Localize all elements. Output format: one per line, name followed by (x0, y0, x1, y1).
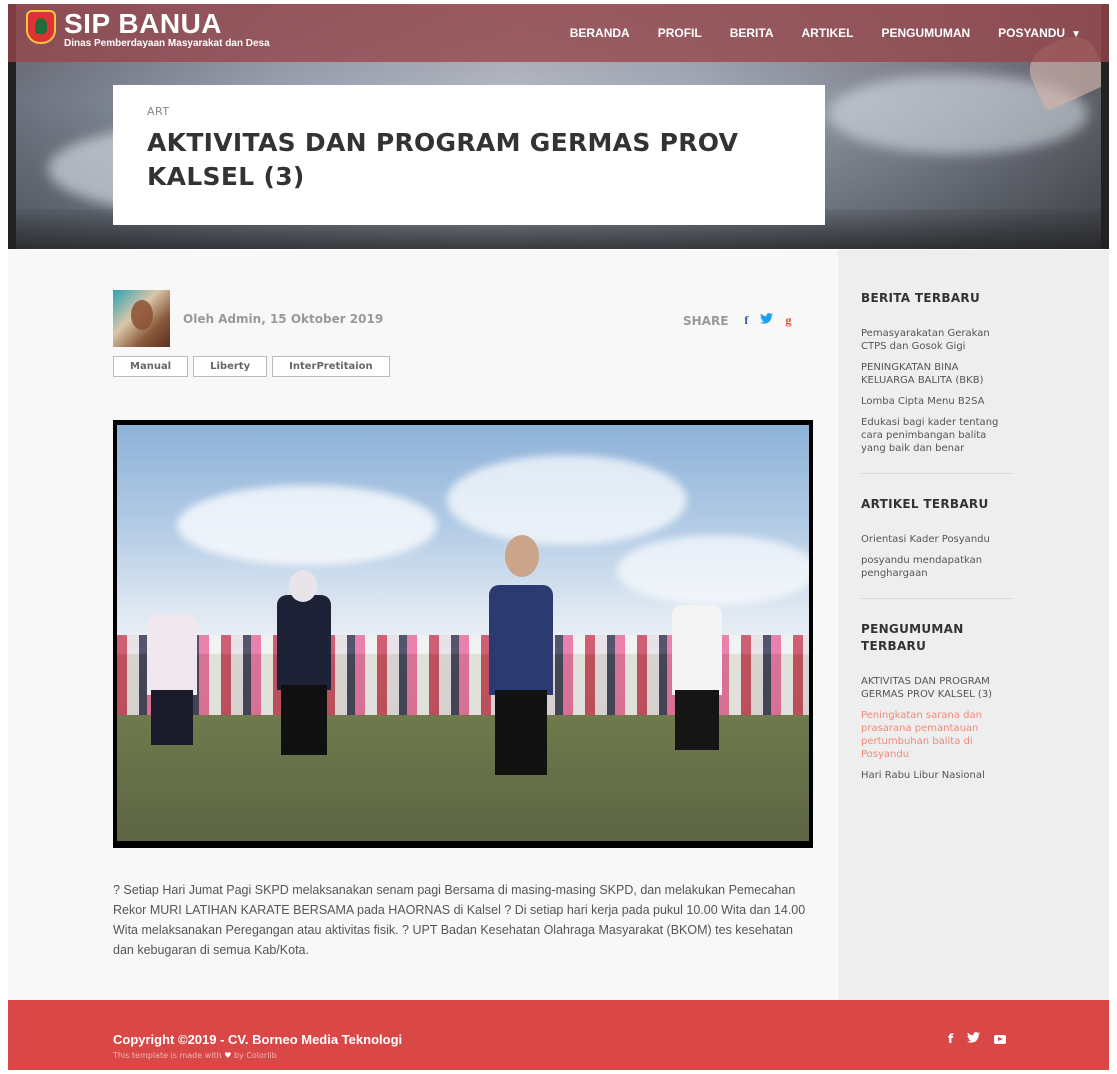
sidebar-heading-artikel: ARTIKEL TERBARU (861, 497, 989, 511)
post-category[interactable]: ART (147, 105, 791, 118)
nav-item-berita[interactable]: BERITA (716, 26, 788, 40)
heart-icon: ♥ (224, 1051, 232, 1060)
post-byline: Oleh Admin, 15 Oktober 2019 (183, 312, 384, 326)
sidebar-link-pengumuman-3[interactable]: Hari Rabu Libur Nasional (861, 769, 1013, 782)
sidebar-link-berita-2[interactable]: PENINGKATAN BINA KELUARGA BALITA (BKB) (861, 361, 1013, 387)
tag-liberty[interactable]: Liberty (193, 356, 268, 377)
nav-menu: BERANDA PROFIL BERITA ARTIKEL PENGUMUMAN… (556, 26, 1095, 40)
post-body: ? Setiap Hari Jumat Pagi SKPD melaksanak… (113, 883, 806, 957)
sidebar-link-pengumuman-2[interactable]: Peningkatan sarana dan prasarana pemanta… (861, 709, 1013, 761)
google-share-icon[interactable]: g (785, 313, 791, 328)
sidebar-berita: BERITA TERBARU Pemasyarakatan Gerakan CT… (861, 290, 1013, 455)
caret-down-icon: ▼ (1071, 29, 1081, 40)
nav-item-pengumuman[interactable]: PENGUMUMAN (868, 26, 985, 40)
brand-subtitle: Dinas Pemberdayaan Masyarakat dan Desa (64, 38, 270, 49)
sidebar-link-artikel-1[interactable]: Orientasi Kader Posyandu (861, 533, 1013, 546)
facebook-share-icon[interactable]: f (744, 313, 748, 328)
sidebar-link-berita-3[interactable]: Lomba Cipta Menu B2SA (861, 395, 1013, 408)
post-title-card: ART AKTIVITAS DAN PROGRAM GERMAS PROV KA… (113, 85, 825, 225)
youtube-icon[interactable] (994, 1032, 1007, 1046)
share-bar: SHARE f g (683, 313, 791, 328)
top-navbar: SIP BANUA Dinas Pemberdayaan Masyarakat … (8, 4, 1109, 62)
footer-social-icons: f (948, 1032, 1007, 1046)
footer: Copyright ©2019 - CV. Borneo Media Tekno… (8, 1000, 1109, 1070)
nav-item-posyandu[interactable]: POSYANDU ▼ (984, 26, 1095, 40)
author-avatar (113, 290, 170, 347)
twitter-share-icon[interactable] (760, 313, 774, 328)
twitter-icon[interactable] (967, 1032, 981, 1046)
sidebar-heading-pengumuman: PENGUMUMAN TERBARU (861, 622, 964, 653)
sidebar-artikel: ARTIKEL TERBARU Orientasi Kader Posyandu… (861, 496, 1013, 580)
share-label: SHARE (683, 313, 729, 328)
tag-manual[interactable]: Manual (113, 356, 189, 377)
sidebar-link-pengumuman-1[interactable]: AKTIVITAS DAN PROGRAM GERMAS PROV KALSEL… (861, 675, 1013, 701)
nav-item-posyandu-label: POSYANDU (998, 26, 1066, 40)
nav-item-artikel[interactable]: ARTIKEL (788, 26, 868, 40)
sidebar-pengumuman: PENGUMUMAN TERBARU AKTIVITAS DAN PROGRAM… (861, 621, 1013, 782)
sidebar-link-artikel-2[interactable]: posyandu mendapatkan penghargaan (861, 554, 1013, 580)
sidebar-link-berita-1[interactable]: Pemasyarakatan Gerakan CTPS dan Gosok Gi… (861, 327, 1013, 353)
main-content: Oleh Admin, 15 Oktober 2019 SHARE f g Ma… (8, 250, 838, 1000)
post-tags: Manual Liberty InterPretitaion (113, 356, 390, 377)
sidebar-divider (861, 473, 1013, 474)
sidebar: BERITA TERBARU Pemasyarakatan Gerakan CT… (838, 250, 1109, 1000)
sidebar-heading-berita: BERITA TERBARU (861, 291, 981, 305)
sidebar-link-berita-4[interactable]: Edukasi bagi kader tentang cara penimban… (861, 416, 1013, 455)
logo-emblem-icon[interactable] (26, 10, 56, 44)
facebook-icon[interactable]: f (948, 1032, 953, 1046)
footer-copyright: Copyright ©2019 - CV. Borneo Media Tekno… (113, 1032, 403, 1047)
nav-item-profil[interactable]: PROFIL (644, 26, 716, 40)
brand-title[interactable]: SIP BANUA (64, 8, 222, 40)
nav-item-beranda[interactable]: BERANDA (556, 26, 644, 40)
sidebar-divider (861, 598, 1013, 599)
footer-credit-suffix[interactable]: by Colorlib (234, 1051, 277, 1060)
tag-interpretitaion[interactable]: InterPretitaion (272, 356, 390, 377)
post-featured-image (113, 420, 813, 848)
footer-credit-prefix: This template is made with (113, 1051, 222, 1060)
footer-credit: This template is made with ♥ by Colorlib (113, 1051, 277, 1060)
post-title: AKTIVITAS DAN PROGRAM GERMAS PROV KALSEL… (147, 128, 739, 191)
